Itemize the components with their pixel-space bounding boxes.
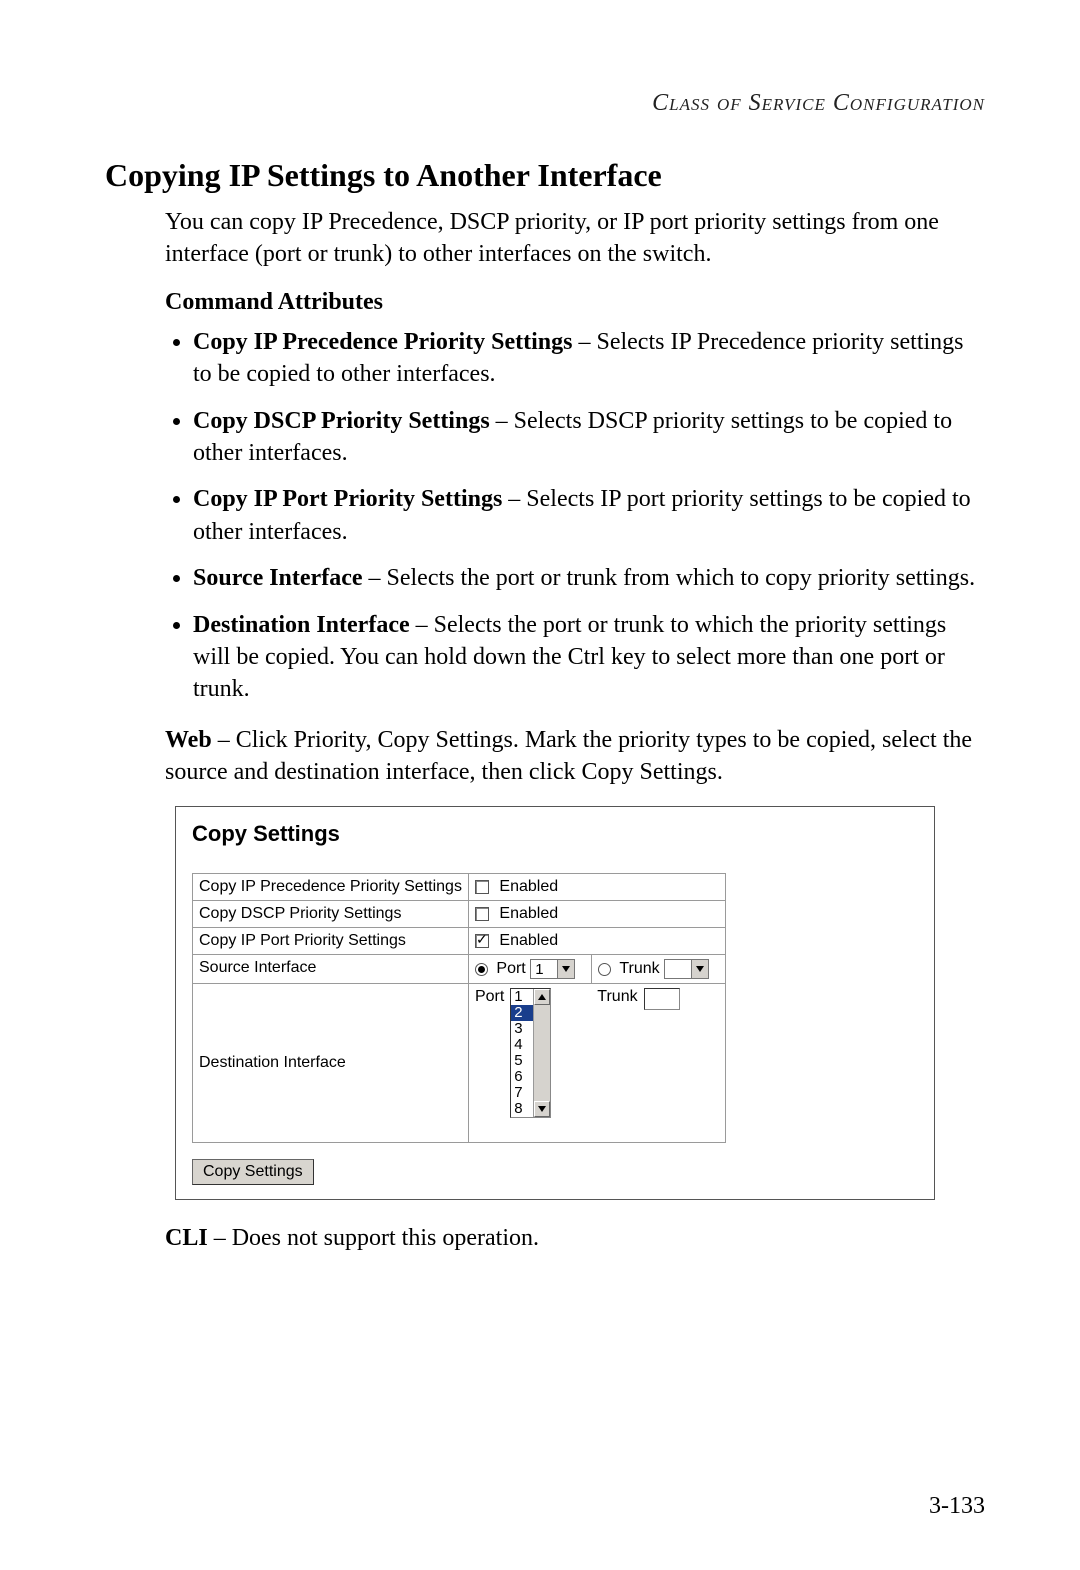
checkbox-ip-precedence[interactable] bbox=[475, 880, 489, 894]
chevron-down-icon[interactable] bbox=[691, 960, 708, 978]
row-label: Copy DSCP Priority Settings bbox=[193, 901, 469, 928]
cli-text: – Does not support this operation. bbox=[208, 1225, 539, 1251]
web-note: Web – Click Priority, Copy Settings. Mar… bbox=[165, 724, 985, 789]
bullet-term: Copy IP Precedence Priority Settings bbox=[193, 329, 572, 355]
table-row: Copy IP Port Priority Settings Enabled bbox=[193, 928, 726, 955]
checkbox-dscp[interactable] bbox=[475, 907, 489, 921]
scroll-down-icon[interactable] bbox=[534, 1101, 550, 1117]
dest-port-label: Port bbox=[475, 988, 504, 1006]
listbox-items[interactable]: 1 2 3 4 5 6 7 8 bbox=[511, 989, 533, 1117]
list-item[interactable]: 1 bbox=[511, 989, 533, 1005]
list-item[interactable]: 8 bbox=[511, 1101, 533, 1117]
scrollbar[interactable] bbox=[533, 989, 550, 1117]
enabled-label: Enabled bbox=[499, 878, 558, 895]
bullet-term: Source Interface bbox=[193, 565, 363, 591]
row-label: Source Interface bbox=[193, 955, 469, 984]
copy-settings-figure: Copy Settings Copy IP Precedence Priorit… bbox=[175, 806, 935, 1200]
table-row: Copy IP Precedence Priority Settings Ena… bbox=[193, 874, 726, 901]
row-value: Port 1 2 3 4 5 6 7 8 bbox=[468, 984, 725, 1143]
row-label: Copy IP Precedence Priority Settings bbox=[193, 874, 469, 901]
table-row: Destination Interface Port 1 2 3 4 bbox=[193, 984, 726, 1143]
chevron-down-icon[interactable] bbox=[557, 960, 574, 978]
list-item: Copy IP Precedence Priority Settings – S… bbox=[193, 326, 985, 391]
dropdown-value: 1 bbox=[531, 961, 557, 978]
bullet-term: Copy DSCP Priority Settings bbox=[193, 408, 490, 434]
source-port-dropdown[interactable]: 1 bbox=[530, 959, 575, 979]
web-text: – Click Priority, Copy Settings. Mark th… bbox=[165, 727, 972, 785]
source-trunk-dropdown[interactable] bbox=[664, 959, 709, 979]
scroll-up-icon[interactable] bbox=[534, 989, 550, 1005]
trunk-label: Trunk bbox=[619, 961, 659, 978]
cli-label: CLI bbox=[165, 1225, 208, 1251]
running-head: Class of Service Configuration bbox=[105, 90, 985, 117]
row-value: Enabled bbox=[468, 928, 725, 955]
table-row: Copy DSCP Priority Settings Enabled bbox=[193, 901, 726, 928]
port-label: Port bbox=[496, 961, 525, 978]
radio-source-trunk[interactable] bbox=[598, 963, 611, 976]
cli-note: CLI – Does not support this operation. bbox=[165, 1222, 985, 1254]
intro-text: You can copy IP Precedence, DSCP priorit… bbox=[165, 206, 985, 271]
list-item[interactable]: 6 bbox=[511, 1069, 533, 1085]
dest-port-listbox[interactable]: 1 2 3 4 5 6 7 8 bbox=[510, 988, 551, 1118]
list-item: Source Interface – Selects the port or t… bbox=[193, 562, 985, 594]
page-number: 3-133 bbox=[929, 1493, 985, 1520]
bullet-desc: – Selects the port or trunk from which t… bbox=[363, 565, 976, 591]
enabled-label: Enabled bbox=[499, 905, 558, 922]
section-title: Copying IP Settings to Another Interface bbox=[105, 157, 985, 194]
list-item[interactable]: 5 bbox=[511, 1053, 533, 1069]
row-value: Trunk bbox=[592, 955, 726, 984]
row-value: Enabled bbox=[468, 874, 725, 901]
settings-table: Copy IP Precedence Priority Settings Ena… bbox=[192, 873, 726, 1143]
bullet-term: Copy IP Port Priority Settings bbox=[193, 486, 502, 512]
list-item: Destination Interface – Selects the port… bbox=[193, 609, 985, 706]
list-item[interactable]: 7 bbox=[511, 1085, 533, 1101]
web-label: Web bbox=[165, 727, 212, 753]
list-item: Copy DSCP Priority Settings – Selects DS… bbox=[193, 405, 985, 470]
table-row: Source Interface Port 1 bbox=[193, 955, 726, 984]
command-attributes-list: Copy IP Precedence Priority Settings – S… bbox=[165, 326, 985, 706]
row-value: Port 1 bbox=[468, 955, 591, 984]
copy-settings-button[interactable]: Copy Settings bbox=[192, 1159, 314, 1185]
dest-trunk-listbox[interactable] bbox=[644, 988, 680, 1010]
dest-trunk-label: Trunk bbox=[597, 988, 637, 1006]
row-label: Copy IP Port Priority Settings bbox=[193, 928, 469, 955]
checkbox-ip-port[interactable] bbox=[475, 934, 489, 948]
command-attributes-heading: Command Attributes bbox=[165, 289, 985, 316]
list-item[interactable]: 2 bbox=[511, 1005, 533, 1021]
list-item[interactable]: 3 bbox=[511, 1021, 533, 1037]
list-item: Copy IP Port Priority Settings – Selects… bbox=[193, 483, 985, 548]
list-item[interactable]: 4 bbox=[511, 1037, 533, 1053]
row-value: Enabled bbox=[468, 901, 725, 928]
row-label: Destination Interface bbox=[193, 984, 469, 1143]
radio-source-port[interactable] bbox=[475, 963, 488, 976]
figure-title: Copy Settings bbox=[192, 821, 918, 847]
bullet-term: Destination Interface bbox=[193, 612, 410, 638]
enabled-label: Enabled bbox=[499, 932, 558, 949]
